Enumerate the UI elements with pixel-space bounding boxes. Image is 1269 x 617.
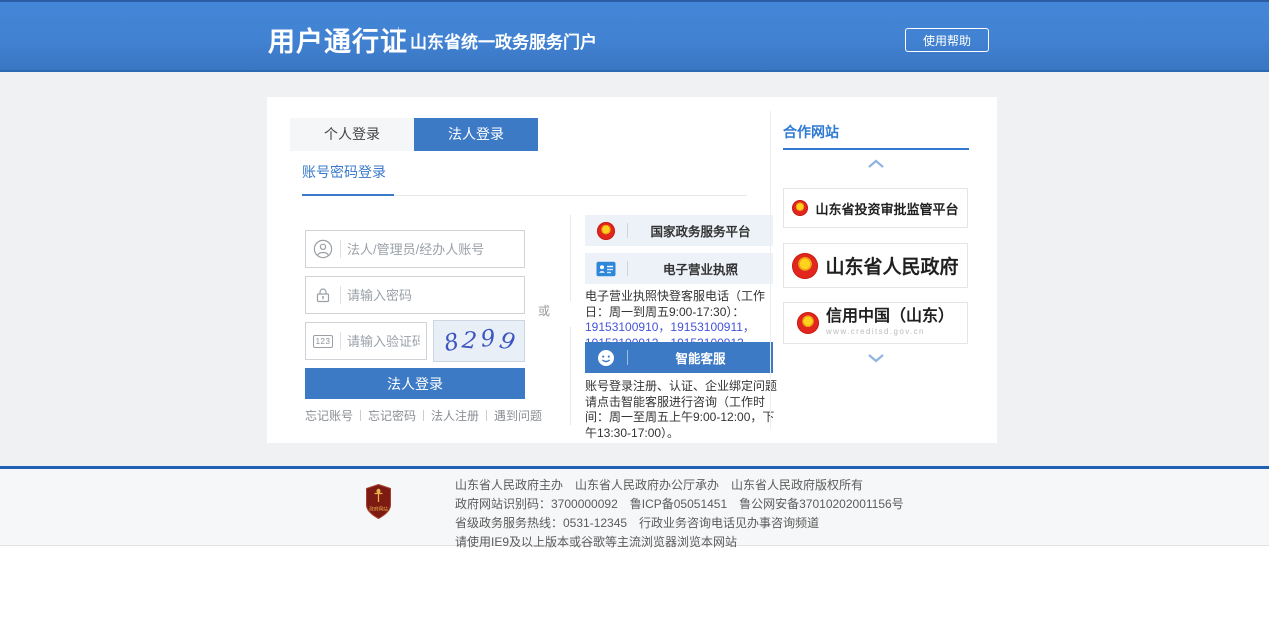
page: 用户通行证 山东省统一政务服务门户 使用帮助 个人登录 法人登录 账号密码登录 xyxy=(0,0,1269,617)
partner-site-shandong-government[interactable]: 山东省人民政府 xyxy=(783,243,968,288)
partner-site-credit-china[interactable]: 信用中国（山东） www.creditsd.gov.cn xyxy=(783,302,968,344)
portal-subtitle: 山东省统一政务服务门户 xyxy=(410,28,597,53)
divider xyxy=(570,327,571,425)
captcha-digit: 2 xyxy=(461,329,478,353)
partner-site-title: 信用中国（山东） xyxy=(826,308,954,325)
account-field xyxy=(305,230,525,268)
tab-personal-login[interactable]: 个人登录 xyxy=(290,118,414,151)
partner-site-shandong-investment[interactable]: 山东省投资审批监管平台 xyxy=(783,188,968,228)
scroll-up-button[interactable] xyxy=(783,159,969,169)
help-button[interactable]: 使用帮助 xyxy=(905,28,989,52)
captcha-digit: 8 xyxy=(442,330,461,356)
national-emblem-icon xyxy=(585,222,627,240)
partner-sites-title: 合作网站 xyxy=(783,122,839,142)
password-input[interactable] xyxy=(341,288,524,303)
link-having-problems[interactable]: 遇到问题 xyxy=(479,407,542,424)
numbers-icon: 123 xyxy=(306,335,340,348)
captcha-image[interactable]: 8 2 9 9 xyxy=(433,320,525,362)
partner-site-url: www.creditsd.gov.cn xyxy=(826,328,954,336)
national-gov-platform-button[interactable]: 国家政务服务平台 xyxy=(585,215,773,246)
tab-corporate-login[interactable]: 法人登录 xyxy=(414,118,538,151)
app-title: 用户通行证 xyxy=(268,20,408,59)
header-divider xyxy=(398,27,399,49)
business-license-icon xyxy=(585,261,627,277)
national-gov-platform-label: 国家政务服务平台 xyxy=(628,221,773,240)
captcha-digit: 9 xyxy=(497,329,517,355)
link-corporate-register[interactable]: 法人注册 xyxy=(416,407,479,424)
method-underline-accent xyxy=(302,194,394,196)
partner-site-name: 信用中国（山东） www.creditsd.gov.cn xyxy=(826,309,954,336)
footer-text: 山东省人民政府主办 山东省人民政府办公厅承办 山东省人民政府版权所有 政府网站识… xyxy=(455,476,904,552)
login-card: 个人登录 法人登录 账号密码登录 xyxy=(267,97,997,443)
divider xyxy=(570,215,571,301)
partner-sites-underline xyxy=(783,148,969,150)
footer: 政府网站 山东省人民政府主办 山东省人民政府办公厅承办 山东省人民政府版权所有 … xyxy=(0,469,1269,546)
captcha-input[interactable] xyxy=(341,334,426,349)
e-business-license-label: 电子营业执照 xyxy=(628,259,773,278)
smart-service-note: 账号登录注册、认证、企业绑定问题请点击智能客服进行咨询（工作时间：周一至周五上午… xyxy=(585,379,781,441)
license-hotline-text: 电子营业执照快登客服电话（工作日：周一到周五9:00-17:30）： xyxy=(585,289,765,319)
smart-service-button[interactable]: 智能客服 xyxy=(585,342,773,373)
password-field xyxy=(305,276,525,314)
footer-line-hotline: 省级政务服务热线：0531-12345 行政业务咨询电话见办事咨询频道 xyxy=(455,514,904,533)
captcha-digit: 9 xyxy=(480,327,497,351)
login-tabs: 个人登录 法人登录 xyxy=(290,118,538,151)
smart-service-icon xyxy=(585,348,627,368)
account-input[interactable] xyxy=(341,242,524,257)
header: 用户通行证 山东省统一政务服务门户 使用帮助 xyxy=(0,0,1269,72)
gov-badge-label: 政府网站 xyxy=(369,506,388,513)
gov-website-badge-icon[interactable]: 政府网站 xyxy=(366,484,391,519)
or-divider-label: 或 xyxy=(538,302,550,319)
partner-site-name: 山东省人民政府 xyxy=(825,252,958,279)
link-forgot-account[interactable]: 忘记账号 xyxy=(305,407,353,424)
footer-line-browser: 请使用IE9及以上版本或谷歌等主流浏览器浏览本网站 xyxy=(455,533,904,552)
corporate-login-button[interactable]: 法人登录 xyxy=(305,368,525,399)
divider xyxy=(770,111,771,429)
footer-line-sponsor: 山东省人民政府主办 山东省人民政府办公厅承办 山东省人民政府版权所有 xyxy=(455,476,904,495)
user-icon xyxy=(306,239,340,259)
chevron-down-icon xyxy=(866,353,886,363)
captcha-field: 123 xyxy=(305,322,427,360)
lock-icon xyxy=(306,286,340,304)
link-forgot-password[interactable]: 忘记密码 xyxy=(353,407,416,424)
national-emblem-icon xyxy=(792,200,808,216)
national-emblem-icon xyxy=(792,253,818,279)
chevron-up-icon xyxy=(866,159,886,169)
national-emblem-icon xyxy=(797,312,819,334)
scroll-down-button[interactable] xyxy=(783,353,969,363)
helper-links: 忘记账号 忘记密码 法人注册 遇到问题 xyxy=(305,407,542,424)
e-business-license-button[interactable]: 电子营业执照 xyxy=(585,253,773,284)
partner-site-name: 山东省投资审批监管平台 xyxy=(815,199,958,218)
footer-line-icp: 政府网站识别码：3700000092 鲁ICP备05051451 鲁公网安备37… xyxy=(455,495,904,514)
tab-account-password-login[interactable]: 账号密码登录 xyxy=(302,162,386,182)
smart-service-label: 智能客服 xyxy=(628,348,773,367)
